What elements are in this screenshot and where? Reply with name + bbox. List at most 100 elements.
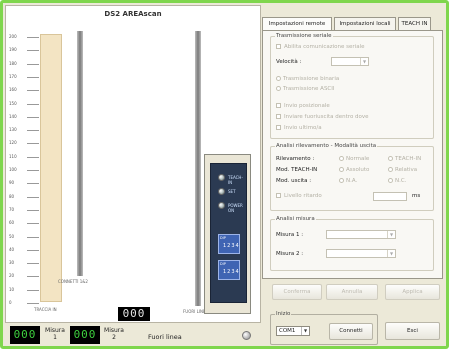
- measure-strip: [40, 34, 62, 302]
- group-title: Analisi rilevamento - Modalità uscita: [275, 143, 378, 149]
- checkbox-icon: [276, 44, 281, 49]
- radio-nc[interactable]: N.C.: [388, 178, 406, 184]
- connection-status: Fuori linea: [148, 333, 182, 341]
- measure-1-select[interactable]: ▼: [326, 230, 396, 239]
- radio-absolute[interactable]: Assoluto: [339, 167, 369, 173]
- radio-na[interactable]: N.A.: [339, 178, 357, 184]
- tab-local-settings[interactable]: Impostazioni locali: [334, 17, 396, 30]
- measure-analysis-group: Analisi misura Misura 1 : ▼ Misura 2 : ▼: [270, 216, 434, 271]
- radio-label: Trasmissione ASCII: [283, 86, 335, 92]
- ruler-tick: 160: [9, 87, 38, 93]
- group-title: Analisi misura: [275, 216, 316, 222]
- radio-label: TEACH-IN: [395, 156, 422, 162]
- group-title: Inizio: [275, 311, 292, 317]
- delay-unit: ms: [412, 193, 421, 199]
- ruler-tick: 80: [9, 193, 40, 199]
- checkbox-label: Abilita comunicazione seriale: [284, 44, 365, 50]
- delay-checkbox[interactable]: Livello ritardo: [276, 193, 322, 199]
- measure-2-label-num: 2: [112, 334, 116, 341]
- radio-label: Assoluto: [346, 167, 370, 173]
- radio-icon: [339, 178, 344, 183]
- confirm-button[interactable]: Conferma: [272, 284, 322, 300]
- port-select[interactable]: COM1 ▼: [276, 326, 310, 336]
- radio-binary[interactable]: Trasmissione binaria: [276, 76, 339, 82]
- ruler-tick: 0: [9, 300, 35, 305]
- serial-transmission-group: Trasmissione seriale Abilita comunicazio…: [270, 33, 434, 139]
- ruler-tick: 110: [9, 153, 38, 159]
- radio-icon: [388, 167, 393, 172]
- measure-2-label: Misura 2: [103, 327, 125, 341]
- ruler-tick: 120: [9, 140, 38, 146]
- dip-switch-1[interactable]: DIP 1234: [218, 234, 240, 254]
- ruler-tick: 170: [9, 73, 38, 79]
- chevron-down-icon: ▼: [387, 250, 395, 257]
- apply-button[interactable]: Applica: [385, 284, 440, 300]
- ruler-tick: 20: [9, 273, 40, 279]
- speed-label: Velocità :: [276, 59, 302, 65]
- dip-switch-values: 1234: [223, 269, 240, 275]
- checkbox-output[interactable]: Inviare fuoriuscita dentro dove: [276, 114, 369, 120]
- detection-analysis-group: Analisi rilevamento - Modalità uscita Ri…: [270, 143, 434, 211]
- checkbox-icon: [276, 193, 281, 198]
- radio-label: Normale: [346, 156, 370, 162]
- enable-serial-checkbox[interactable]: Abilita comunicazione seriale: [276, 44, 364, 50]
- tab-remote-settings[interactable]: Impostazioni remote: [262, 17, 332, 31]
- dip-switch-2[interactable]: DIP 1234: [218, 260, 240, 280]
- checkbox-positional[interactable]: Invio posizionale: [276, 103, 330, 109]
- delay-input[interactable]: [373, 192, 407, 201]
- sensor-device: TEACH-IN SET POWER ON DIP 1234 DIP 1234: [204, 154, 251, 314]
- dip-label: DIP: [220, 236, 226, 240]
- radio-ascii[interactable]: Trasmissione ASCII: [276, 86, 335, 92]
- dip-label: DIP: [220, 262, 226, 266]
- ruler-tick: 10: [9, 286, 40, 292]
- radio-relative[interactable]: Relativa: [388, 167, 417, 173]
- chevron-down-icon: ▼: [301, 327, 309, 335]
- port-value: COM1: [279, 328, 296, 334]
- group-title: Trasmissione seriale: [275, 33, 333, 39]
- checkbox-last[interactable]: Invio ultimo/a: [276, 125, 322, 131]
- height-ruler: 200 190 180 170 160 150 140 130 120 110 …: [9, 34, 40, 314]
- radio-icon: [388, 156, 393, 161]
- ruler-tick: 130: [9, 127, 38, 133]
- radio-teach-in[interactable]: TEACH-IN: [388, 156, 421, 162]
- measure-2-label-text: Misura: [104, 327, 124, 334]
- ruler-tick: 50: [9, 233, 40, 239]
- ruler-tick: 150: [9, 100, 38, 106]
- checkbox-label: Invio ultimo/a: [284, 125, 322, 131]
- chevron-down-icon: ▼: [360, 58, 368, 65]
- ruler-tick: 140: [9, 113, 38, 119]
- cancel-button[interactable]: Annulla: [326, 284, 378, 300]
- set-led-icon: [218, 188, 225, 195]
- start-group: Inizio COM1 ▼ Connetti: [270, 311, 378, 345]
- radio-icon: [276, 86, 281, 91]
- ruler-tick: 200: [9, 34, 38, 39]
- emitter-bar-label: CONNETTI 1&2: [58, 279, 88, 284]
- main-seg-display: 000: [118, 307, 150, 321]
- ruler-tick: 30: [9, 260, 40, 266]
- speed-select[interactable]: ▼: [331, 57, 369, 66]
- radio-normal[interactable]: Normale: [339, 156, 369, 162]
- measure-1-label: Misura 1: [44, 327, 66, 341]
- radio-label: Relativa: [395, 167, 418, 173]
- output-mode-label: Mod. uscita :: [276, 178, 312, 184]
- radio-icon: [388, 178, 393, 183]
- ruler-tick: 180: [9, 60, 38, 66]
- exit-button[interactable]: Esci: [385, 322, 440, 340]
- strip-label: TRACCIA IN: [34, 307, 57, 312]
- measure-1-select-label: Misura 1 :: [276, 232, 304, 238]
- teach-mode-label: Mod. TEACH-IN: [276, 167, 318, 173]
- checkbox-icon: [276, 103, 281, 108]
- measure-2-select[interactable]: ▼: [326, 249, 396, 258]
- device-panel: TEACH-IN SET POWER ON DIP 1234 DIP 1234: [210, 163, 247, 303]
- teach-in-led-icon: [218, 174, 225, 181]
- radio-label: N.C.: [395, 178, 407, 184]
- checkbox-label: Livello ritardo: [284, 193, 322, 199]
- tab-teach-in[interactable]: TEACH IN: [398, 17, 431, 30]
- measure-1-display: 000: [10, 326, 40, 344]
- ruler-tick: 60: [9, 220, 40, 226]
- measure-2-display: 000: [70, 326, 100, 344]
- ruler-tick: 100: [9, 167, 38, 172]
- connect-button[interactable]: Connetti: [329, 323, 373, 340]
- led-label: TEACH-IN: [228, 175, 243, 185]
- ruler-tick: 40: [9, 246, 40, 252]
